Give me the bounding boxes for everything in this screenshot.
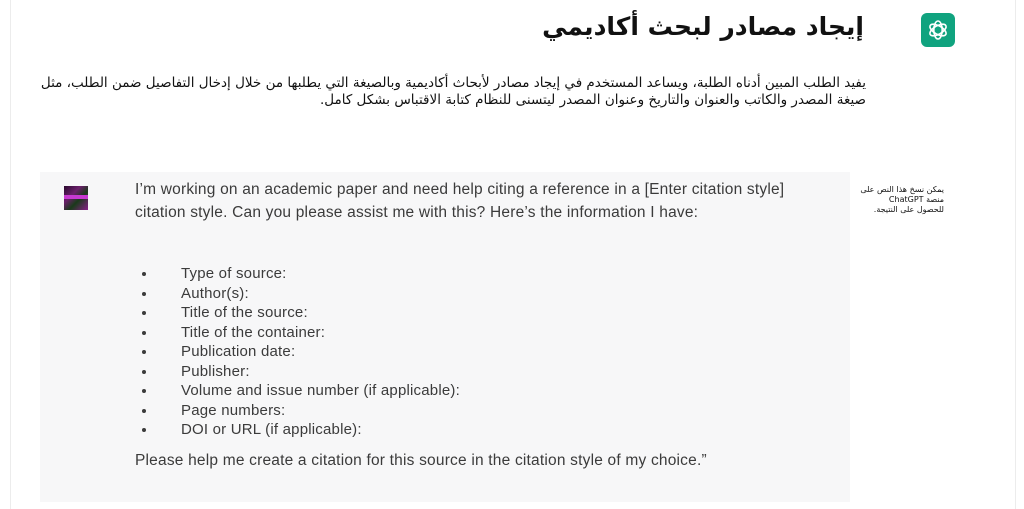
page-description: يفيد الطلب المبين أدناه الطلبة، ويساعد ا… (40, 75, 866, 108)
list-item: Author(s): (135, 284, 460, 304)
page-title: إيجاد مصادر لبحث أكاديمي (542, 12, 864, 41)
list-item: Publication date: (135, 342, 460, 362)
prompt-closing-text: Please help me create a citation for thi… (135, 452, 707, 469)
list-item: Page numbers: (135, 401, 460, 421)
prompt-intro-text: I’m working on an academic paper and nee… (135, 181, 785, 221)
list-item: Title of the container: (135, 323, 460, 343)
list-item: DOI or URL (if applicable): (135, 420, 460, 440)
prompt-card[interactable]: I’m working on an academic paper and nee… (40, 172, 850, 502)
copy-note: يمكن نسخ هذا النص على منصة ChatGPT للحصو… (860, 185, 944, 214)
citation-fields-list: Type of source: Author(s): Title of the … (135, 264, 460, 440)
list-item: Type of source: (135, 264, 460, 284)
list-item: Publisher: (135, 362, 460, 382)
openai-logo-icon (921, 13, 955, 47)
list-item: Title of the source: (135, 303, 460, 323)
list-item: Volume and issue number (if applicable): (135, 381, 460, 401)
user-avatar (64, 186, 88, 210)
